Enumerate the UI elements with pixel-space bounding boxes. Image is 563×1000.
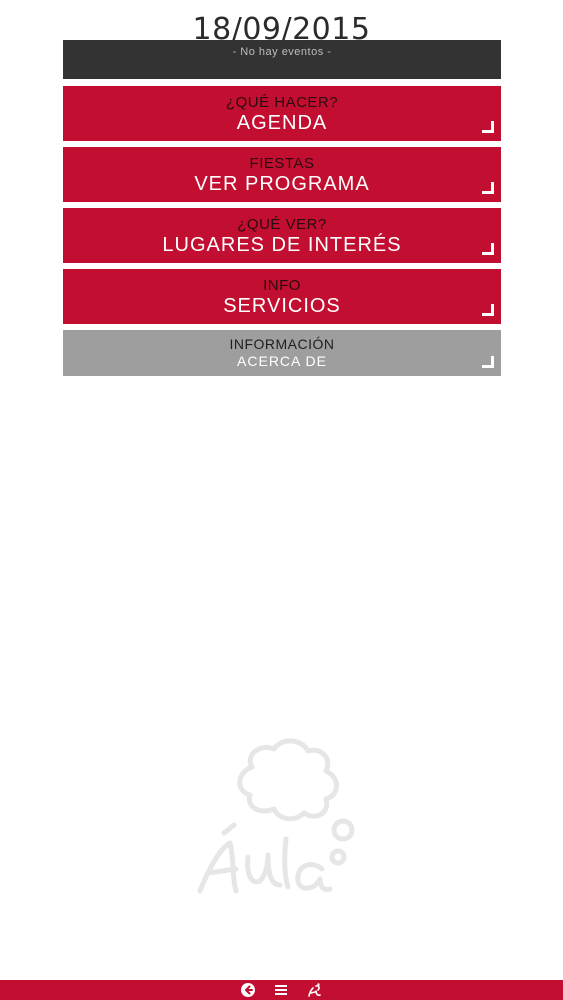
corner-arrow-icon [482, 182, 494, 194]
corner-arrow-icon [482, 356, 494, 368]
menu-button-lugares[interactable]: ¿QUÉ VER? LUGARES DE INTERÉS [63, 208, 501, 263]
events-status-text: - No hay eventos - [232, 46, 332, 58]
menu-button-programa-subtitle: FIESTAS [249, 155, 315, 172]
back-icon[interactable] [240, 982, 256, 998]
events-bar: - No hay eventos - [63, 40, 501, 79]
corner-arrow-icon [482, 121, 494, 133]
menu-button-agenda[interactable]: ¿QUÉ HACER? AGENDA [63, 86, 501, 141]
menu-button-programa[interactable]: FIESTAS VER PROGRAMA [63, 147, 501, 202]
menu-button-acerca-subtitle: INFORMACIÓN [229, 336, 335, 352]
menu-button-agenda-subtitle: ¿QUÉ HACER? [225, 94, 339, 111]
menu-button-agenda-title: AGENDA [236, 112, 328, 134]
menu-button-lugares-title: LUGARES DE INTERÉS [162, 234, 402, 256]
menu-button-servicios-title: SERVICIOS [223, 295, 341, 317]
menu-button-acerca[interactable]: INFORMACIÓN ACERCA DE [63, 330, 501, 376]
city-logo-watermark [197, 738, 355, 894]
menu-icon[interactable] [273, 982, 289, 998]
menu-button-programa-title: VER PROGRAMA [194, 173, 370, 195]
menu-button-servicios-subtitle: INFO [263, 277, 301, 294]
menu-button-acerca-title: ACERCA DE [237, 353, 327, 369]
corner-arrow-icon [482, 243, 494, 255]
menu-button-lugares-subtitle: ¿QUÉ VER? [237, 216, 327, 233]
app-logo-icon[interactable] [306, 982, 322, 998]
menu-button-servicios[interactable]: INFO SERVICIOS [63, 269, 501, 324]
corner-arrow-icon [482, 304, 494, 316]
bottom-navigation-bar [0, 980, 563, 1000]
